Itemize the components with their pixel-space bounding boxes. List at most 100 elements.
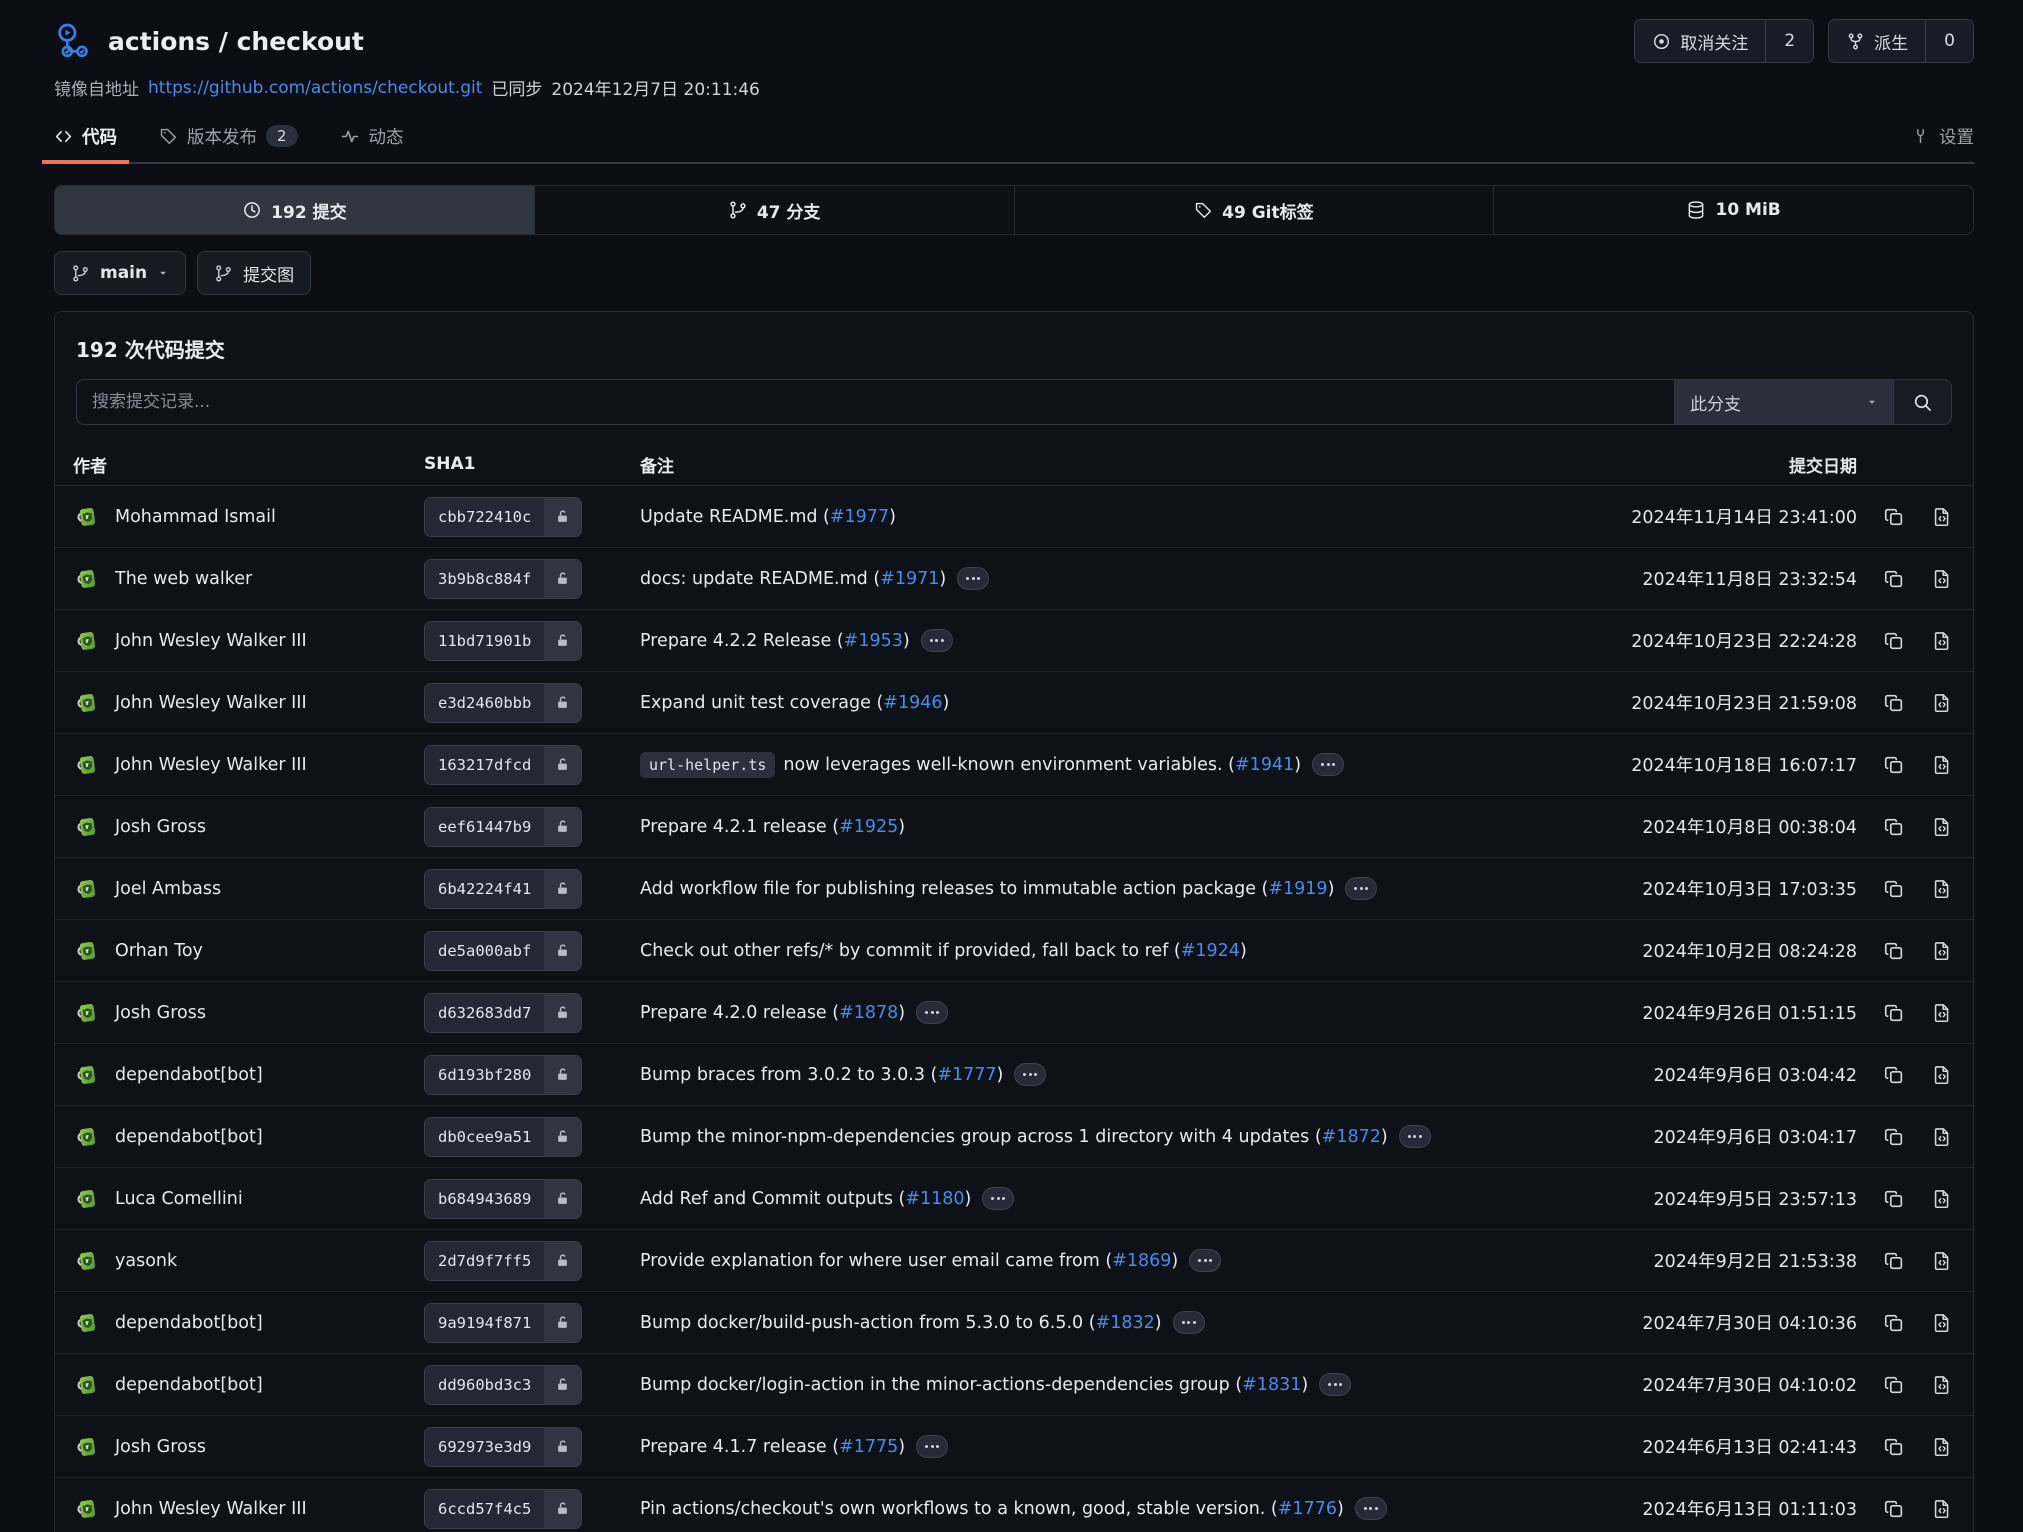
browse-source-button[interactable]: [1931, 692, 1953, 714]
browse-source-button[interactable]: [1931, 878, 1953, 900]
issue-link[interactable]: #1924: [1181, 941, 1240, 961]
browse-source-button[interactable]: [1931, 816, 1953, 838]
branch-selector[interactable]: main: [54, 251, 186, 295]
copy-sha-button[interactable]: [1883, 754, 1905, 776]
copy-sha-button[interactable]: [1883, 1498, 1905, 1520]
commit-sha-badge[interactable]: 2d7d9f7ff5: [424, 1241, 582, 1281]
copy-sha-button[interactable]: [1883, 1436, 1905, 1458]
search-button[interactable]: [1893, 379, 1952, 425]
stat-size[interactable]: 10 MiB: [1494, 186, 1973, 234]
copy-sha-button[interactable]: [1883, 816, 1905, 838]
issue-link[interactable]: #1180: [905, 1189, 964, 1209]
issue-link[interactable]: #1946: [883, 693, 942, 713]
copy-sha-button[interactable]: [1883, 1002, 1905, 1024]
browse-source-button[interactable]: [1931, 1436, 1953, 1458]
browse-source-button[interactable]: [1931, 1374, 1953, 1396]
repo-title[interactable]: actions / checkout: [108, 27, 364, 56]
expand-commit-message-button[interactable]: [1399, 1125, 1431, 1148]
issue-link[interactable]: #1953: [844, 631, 903, 651]
commit-sha-badge[interactable]: 163217dfcd: [424, 745, 582, 785]
commit-sha-badge[interactable]: 11bd71901b: [424, 621, 582, 661]
copy-sha-button[interactable]: [1883, 568, 1905, 590]
browse-source-button[interactable]: [1931, 1126, 1953, 1148]
commit-sha-badge[interactable]: b684943689: [424, 1179, 582, 1219]
issue-link[interactable]: #1919: [1268, 879, 1327, 899]
copy-sha-button[interactable]: [1883, 940, 1905, 962]
fork-button[interactable]: 派生 0: [1828, 19, 1974, 63]
commit-sha-badge[interactable]: d632683dd7: [424, 993, 582, 1033]
issue-link[interactable]: #1872: [1322, 1127, 1381, 1147]
copy-sha-button[interactable]: [1883, 1126, 1905, 1148]
search-input[interactable]: [76, 379, 1674, 425]
browse-source-button[interactable]: [1931, 630, 1953, 652]
issue-link[interactable]: #1775: [839, 1437, 898, 1457]
commit-sha-badge[interactable]: 6d193bf280: [424, 1055, 582, 1095]
copy-sha-button[interactable]: [1883, 878, 1905, 900]
browse-source-button[interactable]: [1931, 1064, 1953, 1086]
browse-source-button[interactable]: [1931, 940, 1953, 962]
browse-source-button[interactable]: [1931, 1002, 1953, 1024]
issue-link[interactable]: #1776: [1278, 1499, 1337, 1519]
commit-sha-badge[interactable]: eef61447b9: [424, 807, 582, 847]
stat-branches[interactable]: 47 分支: [535, 186, 1015, 234]
expand-commit-message-button[interactable]: [982, 1187, 1014, 1210]
issue-link[interactable]: #1832: [1096, 1313, 1155, 1333]
expand-commit-message-button[interactable]: [916, 1435, 948, 1458]
copy-sha-button[interactable]: [1883, 692, 1905, 714]
expand-commit-message-button[interactable]: [957, 567, 989, 590]
expand-commit-message-button[interactable]: [1355, 1497, 1387, 1520]
issue-link[interactable]: #1971: [880, 569, 939, 589]
copy-sha-button[interactable]: [1883, 1250, 1905, 1272]
copy-sha-button[interactable]: [1883, 630, 1905, 652]
expand-commit-message-button[interactable]: [1319, 1373, 1351, 1396]
issue-link[interactable]: #1925: [839, 817, 898, 837]
issue-link[interactable]: #1941: [1235, 755, 1294, 775]
expand-commit-message-button[interactable]: [921, 629, 953, 652]
tab-settings[interactable]: 设置: [1911, 110, 1974, 162]
copy-sha-button[interactable]: [1883, 1064, 1905, 1086]
stat-commits[interactable]: 192 提交: [55, 186, 535, 234]
browse-source-button[interactable]: [1931, 1498, 1953, 1520]
issue-link[interactable]: #1869: [1112, 1251, 1171, 1271]
browse-source-button[interactable]: [1931, 754, 1953, 776]
branch-scope-select[interactable]: 此分支: [1674, 379, 1893, 425]
unwatch-button[interactable]: 取消关注 2: [1634, 19, 1814, 63]
issue-link[interactable]: #1878: [839, 1003, 898, 1023]
issue-link[interactable]: #1831: [1242, 1375, 1301, 1395]
copy-sha-button[interactable]: [1883, 506, 1905, 528]
copy-sha-button[interactable]: [1883, 1312, 1905, 1334]
browse-source-button[interactable]: [1931, 1250, 1953, 1272]
fork-count[interactable]: 0: [1925, 20, 1973, 62]
commit-sha-badge[interactable]: dd960bd3c3: [424, 1365, 582, 1405]
expand-commit-message-button[interactable]: [1312, 753, 1344, 776]
tab-code[interactable]: 代码: [54, 110, 117, 162]
commit-sha-badge[interactable]: 6b42224f41: [424, 869, 582, 909]
browse-source-button[interactable]: [1931, 506, 1953, 528]
copy-sha-button[interactable]: [1883, 1188, 1905, 1210]
issue-link[interactable]: #1777: [937, 1065, 996, 1085]
expand-commit-message-button[interactable]: [1173, 1311, 1205, 1334]
commit-sha-badge[interactable]: 6ccd57f4c5: [424, 1489, 582, 1529]
stat-tags[interactable]: 49 Git标签: [1015, 186, 1495, 234]
watch-count[interactable]: 2: [1765, 20, 1813, 62]
commit-sha-badge[interactable]: db0cee9a51: [424, 1117, 582, 1157]
tab-activity[interactable]: 动态: [340, 110, 404, 162]
mirror-url-link[interactable]: https://github.com/actions/checkout.git: [148, 78, 482, 98]
expand-commit-message-button[interactable]: [1345, 877, 1377, 900]
tab-releases[interactable]: 版本发布 2: [159, 110, 298, 162]
expand-commit-message-button[interactable]: [916, 1001, 948, 1024]
issue-link[interactable]: #1977: [830, 507, 889, 527]
browse-source-button[interactable]: [1931, 1312, 1953, 1334]
commit-sha-badge[interactable]: de5a000abf: [424, 931, 582, 971]
commit-graph-button[interactable]: 提交图: [197, 251, 311, 295]
commit-sha-badge[interactable]: 692973e3d9: [424, 1427, 582, 1467]
commit-sha-badge[interactable]: 9a9194f871: [424, 1303, 582, 1343]
copy-sha-button[interactable]: [1883, 1374, 1905, 1396]
commit-sha-badge[interactable]: cbb722410c: [424, 497, 582, 537]
browse-source-button[interactable]: [1931, 1188, 1953, 1210]
expand-commit-message-button[interactable]: [1189, 1249, 1221, 1272]
expand-commit-message-button[interactable]: [1014, 1063, 1046, 1086]
commit-sha-badge[interactable]: e3d2460bbb: [424, 683, 582, 723]
browse-source-button[interactable]: [1931, 568, 1953, 590]
commit-sha-badge[interactable]: 3b9b8c884f: [424, 559, 582, 599]
